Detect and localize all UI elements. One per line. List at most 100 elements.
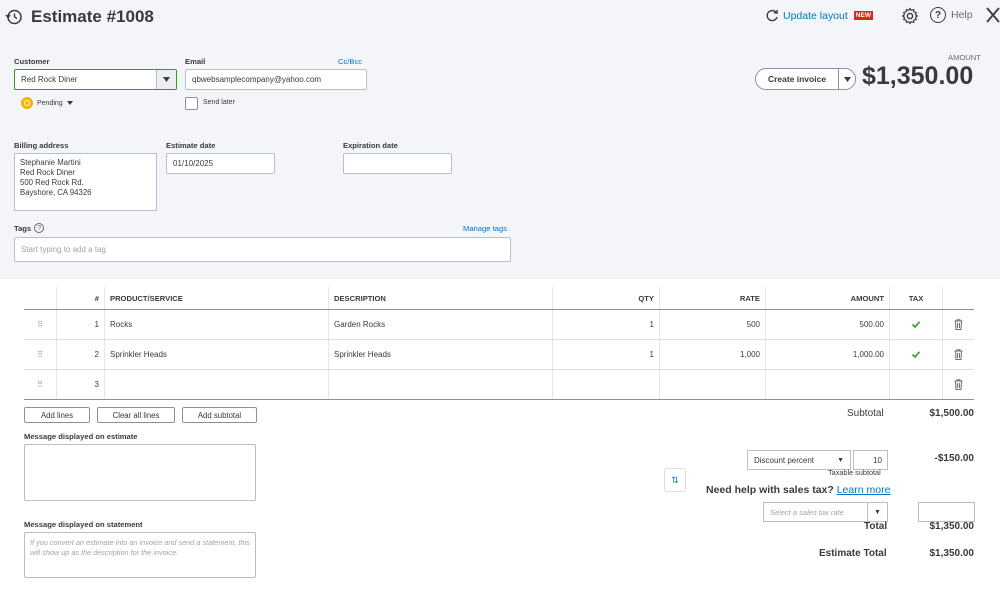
email-field[interactable]: qbwebsamplecompany@yahoo.com xyxy=(185,69,367,90)
product-cell[interactable] xyxy=(105,370,329,399)
tags-input[interactable]: Start typing to add a tag xyxy=(14,237,511,262)
billing-line: Bayshore, CA 94326 xyxy=(20,188,92,197)
billing-address-field[interactable]: Stephanie Martini Red Rock Diner 500 Red… xyxy=(14,153,157,211)
email-label: Email xyxy=(185,57,206,66)
trash-icon[interactable] xyxy=(954,379,963,390)
sales-tax-rate-placeholder: Select a sales tax rate xyxy=(770,507,844,517)
drag-handle-icon[interactable]: ⠿ xyxy=(24,340,57,369)
amount-cell[interactable]: 1,000.00 xyxy=(766,340,890,369)
billing-address-label: Billing address xyxy=(14,141,69,150)
message-statement-label: Message displayed on statement xyxy=(24,520,143,529)
create-invoice-label: Create invoice xyxy=(767,74,827,84)
add-lines-button[interactable]: Add lines xyxy=(24,407,90,423)
checkmark-icon xyxy=(912,321,920,328)
amount-cell[interactable] xyxy=(766,370,890,399)
help-icon[interactable]: ? xyxy=(34,223,45,233)
row-number: 3 xyxy=(57,370,105,399)
rate-cell[interactable] xyxy=(660,370,766,399)
history-icon[interactable] xyxy=(5,8,23,26)
customer-select[interactable]: Red Rock Diner xyxy=(14,69,177,90)
table-row[interactable]: ⠿ 3 xyxy=(24,370,974,400)
cc-bcc-link[interactable]: Cc/Bcc xyxy=(338,57,362,66)
tax-cell[interactable] xyxy=(890,370,943,399)
pending-status-icon xyxy=(21,97,33,109)
description-cell[interactable]: Sprinkler Heads xyxy=(329,340,553,369)
column-header-rate: RATE xyxy=(660,287,766,309)
delete-row-cell[interactable] xyxy=(943,340,974,369)
qty-cell[interactable]: 1 xyxy=(553,340,660,369)
column-header-qty: QTY xyxy=(553,287,660,309)
drag-column-header xyxy=(24,287,57,309)
billing-line: Stephanie Martini xyxy=(20,158,81,167)
discount-type-value: Discount percent xyxy=(754,455,815,465)
tax-cell[interactable] xyxy=(890,340,943,369)
qty-cell[interactable]: 1 xyxy=(553,310,660,339)
subtotal-label: Subtotal xyxy=(847,408,884,419)
table-row[interactable]: ⠿ 2 Sprinkler Heads Sprinkler Heads 1 1,… xyxy=(24,340,974,370)
help-button[interactable]: ? Help xyxy=(930,7,973,23)
trash-icon[interactable] xyxy=(954,319,963,330)
status-badge[interactable]: Pending xyxy=(21,97,73,109)
trash-icon[interactable] xyxy=(954,349,963,360)
chevron-down-icon: ▼ xyxy=(867,503,887,521)
clear-all-lines-button[interactable]: Clear all lines xyxy=(97,407,175,423)
swap-order-icon[interactable]: ⇅ xyxy=(664,468,686,492)
column-header-tax: TAX xyxy=(890,287,943,309)
manage-tags-link[interactable]: Manage tags xyxy=(463,224,507,233)
rate-cell[interactable]: 500 xyxy=(660,310,766,339)
chevron-down-icon[interactable] xyxy=(838,69,855,89)
description-cell[interactable] xyxy=(329,370,553,399)
column-header-amount: AMOUNT xyxy=(766,287,890,309)
tax-cell[interactable] xyxy=(890,310,943,339)
tags-label-text: Tags xyxy=(14,223,32,233)
chevron-down-icon xyxy=(66,101,73,105)
refresh-icon xyxy=(766,9,778,22)
drag-handle-icon[interactable]: ⠿ xyxy=(24,310,57,339)
amount-cell[interactable]: 500.00 xyxy=(766,310,890,339)
total-value: $1,350.00 xyxy=(929,521,975,532)
estimate-total-value: $1,350.00 xyxy=(929,548,975,559)
tags-label: Tags ? xyxy=(14,223,45,233)
column-header-num: # xyxy=(57,287,105,309)
estimate-date-field[interactable]: 01/10/2025 xyxy=(166,153,275,174)
product-cell[interactable]: Sprinkler Heads xyxy=(105,340,329,369)
column-header-description: DESCRIPTION xyxy=(329,287,553,309)
expiration-date-label: Expiration date xyxy=(343,141,398,150)
qty-cell[interactable] xyxy=(553,370,660,399)
gear-icon[interactable] xyxy=(901,7,919,25)
product-cell[interactable]: Rocks xyxy=(105,310,329,339)
row-number: 2 xyxy=(57,340,105,369)
status-label: Pending xyxy=(37,99,63,107)
expiration-date-field[interactable] xyxy=(343,153,452,174)
table-row[interactable]: ⠿ 1 Rocks Garden Rocks 1 500 500.00 xyxy=(24,310,974,340)
description-cell[interactable]: Garden Rocks xyxy=(329,310,553,339)
update-layout-button[interactable]: Update layout NEW xyxy=(766,9,873,22)
learn-more-link[interactable]: Learn more xyxy=(837,484,891,496)
chevron-down-icon[interactable] xyxy=(156,70,176,89)
sales-tax-help-text: Need help with sales tax? xyxy=(706,484,834,496)
add-subtotal-button[interactable]: Add subtotal xyxy=(182,407,257,423)
discount-type-select[interactable]: Discount percent ▼ xyxy=(747,450,851,470)
taxable-subtotal-label: Taxable subtotal xyxy=(828,468,881,477)
help-label: Help xyxy=(951,9,973,21)
send-later-checkbox[interactable] xyxy=(185,97,198,110)
sales-tax-help: Need help with sales tax? Learn more xyxy=(706,484,890,496)
column-header-product: PRODUCT/SERVICE xyxy=(105,287,329,309)
estimate-total-label: Estimate Total xyxy=(819,548,887,559)
delete-row-cell[interactable] xyxy=(943,310,974,339)
rate-cell[interactable]: 1,000 xyxy=(660,340,766,369)
message-estimate-textarea[interactable] xyxy=(24,444,256,501)
message-statement-textarea[interactable]: If you convert an estimate into an invoi… xyxy=(24,532,256,578)
checkmark-icon xyxy=(912,351,920,358)
delete-row-cell[interactable] xyxy=(943,370,974,399)
close-icon[interactable] xyxy=(985,6,1000,24)
line-items-table: # PRODUCT/SERVICE DESCRIPTION QTY RATE A… xyxy=(24,287,974,400)
sales-tax-rate-select[interactable]: Select a sales tax rate ▼ xyxy=(763,502,888,522)
sales-tax-amount-input[interactable] xyxy=(918,502,975,522)
create-invoice-button[interactable]: Create invoice xyxy=(755,68,856,90)
update-layout-label: Update layout xyxy=(783,9,848,22)
row-number: 1 xyxy=(57,310,105,339)
discount-value-input[interactable]: 10 xyxy=(853,450,888,470)
drag-handle-icon[interactable]: ⠿ xyxy=(24,370,57,399)
subtotal-value: $1,500.00 xyxy=(929,408,975,419)
